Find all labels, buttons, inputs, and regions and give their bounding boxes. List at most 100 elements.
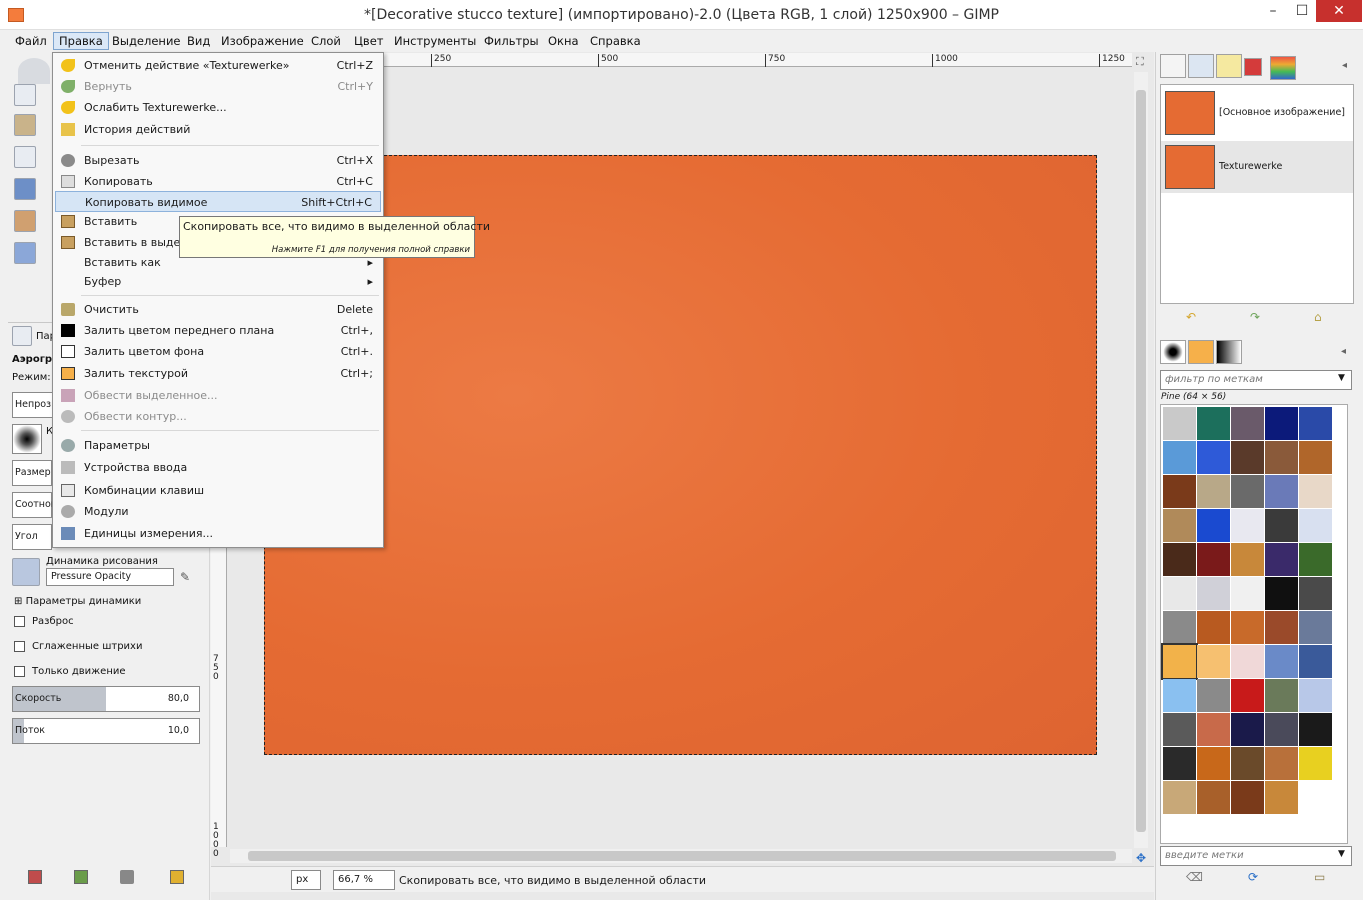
menu-item-fade[interactable]: Ослабить Texturewerke... [55, 97, 381, 118]
pattern-swatch[interactable] [1163, 509, 1196, 542]
menu-item-units[interactable]: Единицы измерения... [55, 523, 381, 544]
menu-edit[interactable]: Правка [53, 32, 109, 50]
vertical-scroll-thumb[interactable] [1136, 90, 1146, 832]
menu-item-copy[interactable]: Копировать Ctrl+C [55, 171, 381, 192]
reset-options-icon[interactable] [170, 870, 184, 884]
minimize-button[interactable]: – [1258, 0, 1288, 22]
pattern-swatch[interactable] [1265, 441, 1298, 474]
pattern-swatch[interactable] [1197, 475, 1230, 508]
pattern-swatch[interactable] [1231, 543, 1264, 576]
refresh-patterns-icon[interactable]: ⟳ [1248, 870, 1258, 884]
list-item[interactable]: Texturewerke [1161, 141, 1353, 193]
menu-view[interactable]: Вид [182, 32, 215, 50]
list-item[interactable]: [Основное изображение] [1161, 87, 1353, 139]
pattern-swatch[interactable] [1197, 543, 1230, 576]
dock-menu-icon[interactable]: ◂ [1342, 60, 1347, 71]
maximize-button[interactable]: ☐ [1287, 0, 1317, 22]
pattern-swatch[interactable] [1231, 645, 1264, 678]
rect-select-tool-icon[interactable] [14, 84, 36, 106]
zoom-select[interactable]: 66,7 % [333, 870, 395, 890]
menu-item-modules[interactable]: Модули [55, 501, 381, 522]
layers-tab-icon[interactable] [1160, 54, 1186, 78]
unit-select[interactable]: px [291, 870, 321, 890]
menu-item-stroke-selection[interactable]: Обвести выделенное... [55, 385, 381, 406]
brush-preview[interactable] [12, 424, 42, 454]
pattern-swatch[interactable] [1163, 543, 1196, 576]
menu-colors[interactable]: Цвет [349, 32, 388, 50]
pattern-swatch[interactable] [1197, 577, 1230, 610]
motion-only-checkbox[interactable] [14, 666, 25, 677]
gradients-tab-icon[interactable] [1216, 340, 1242, 364]
menu-item-fill-bg[interactable]: Залить цветом фона Ctrl+. [55, 341, 381, 362]
menu-item-redo[interactable]: Вернуть Ctrl+Y [55, 76, 381, 97]
horizontal-scrollbar[interactable] [230, 849, 1132, 863]
pattern-swatch[interactable] [1163, 679, 1196, 712]
pattern-swatch[interactable] [1197, 747, 1230, 780]
horizontal-scroll-thumb[interactable] [248, 851, 1116, 861]
flip-tool-icon[interactable] [14, 178, 36, 200]
pattern-swatch[interactable] [1265, 679, 1298, 712]
pattern-swatch[interactable] [1163, 441, 1196, 474]
tool-options-tab-icon[interactable] [12, 326, 32, 346]
open-folder-icon[interactable]: ▭ [1314, 870, 1325, 884]
paths-tab-icon[interactable] [1188, 54, 1214, 78]
menu-file[interactable]: Файл [10, 32, 52, 50]
menu-item-preferences[interactable]: Параметры [55, 435, 381, 456]
pattern-swatch[interactable] [1163, 713, 1196, 746]
scatter-checkbox[interactable] [14, 616, 25, 627]
redo-icon[interactable]: ↷ [1250, 310, 1260, 324]
edit-dynamics-icon[interactable]: ✎ [180, 570, 196, 584]
pattern-swatch[interactable] [1161, 643, 1198, 680]
pattern-swatch[interactable] [1163, 611, 1196, 644]
menu-tools[interactable]: Инструменты [389, 32, 481, 50]
vertical-scrollbar[interactable] [1134, 72, 1148, 848]
menu-filters[interactable]: Фильтры [479, 32, 544, 50]
pattern-swatch[interactable] [1163, 747, 1196, 780]
delete-options-icon[interactable] [120, 870, 134, 884]
menu-select[interactable]: Выделение [107, 32, 186, 50]
pattern-swatch[interactable] [1265, 747, 1298, 780]
pattern-swatch[interactable] [1231, 441, 1264, 474]
pattern-swatch[interactable] [1299, 713, 1332, 746]
pattern-swatch[interactable] [1265, 577, 1298, 610]
undo-icon[interactable]: ↶ [1186, 310, 1196, 324]
restore-options-icon[interactable] [74, 870, 88, 884]
pattern-swatch[interactable] [1299, 543, 1332, 576]
menu-item-clear[interactable]: Очистить Delete [55, 299, 381, 320]
pattern-swatch[interactable] [1265, 543, 1298, 576]
aspect-slider[interactable]: Соотнош [12, 492, 60, 518]
pattern-swatch[interactable] [1231, 679, 1264, 712]
paintbrush-tool-icon[interactable] [14, 210, 36, 232]
pattern-swatch[interactable] [1231, 577, 1264, 610]
menu-help[interactable]: Справка [585, 32, 646, 50]
smooth-checkbox[interactable] [14, 641, 25, 652]
flow-slider[interactable]: Поток 10,0 [12, 718, 200, 744]
chevron-down-icon[interactable]: ▼ [1338, 849, 1345, 859]
rate-slider[interactable]: Скорость 80,0 [12, 686, 200, 712]
pattern-swatch[interactable] [1299, 679, 1332, 712]
pattern-swatch[interactable] [1197, 611, 1230, 644]
close-button[interactable]: ✕ [1316, 0, 1362, 22]
channels-tab-icon[interactable] [1244, 58, 1262, 76]
pattern-swatch[interactable] [1265, 475, 1298, 508]
pattern-swatch[interactable] [1265, 713, 1298, 746]
menu-image[interactable]: Изображение [216, 32, 309, 50]
pattern-swatch[interactable] [1197, 781, 1230, 814]
pattern-swatch[interactable] [1197, 645, 1230, 678]
move-tool-icon[interactable] [14, 146, 36, 168]
delete-pattern-icon[interactable]: ⌫ [1186, 870, 1203, 884]
pattern-swatch[interactable] [1163, 407, 1196, 440]
pattern-swatch[interactable] [1231, 509, 1264, 542]
zoom-to-fit-icon[interactable]: ⛶ [1136, 55, 1144, 69]
pattern-swatch[interactable] [1299, 441, 1332, 474]
dynamics-icon[interactable] [12, 558, 40, 586]
navigate-icon[interactable]: ✥ [1136, 851, 1146, 865]
menu-item-cut[interactable]: Вырезать Ctrl+X [55, 150, 381, 171]
patterns-tab-icon[interactable] [1188, 340, 1214, 364]
pattern-swatch[interactable] [1231, 475, 1264, 508]
menu-layer[interactable]: Слой [306, 32, 346, 50]
tags-input[interactable]: введите метки [1160, 846, 1352, 866]
brushes-tab-icon[interactable] [1160, 340, 1186, 364]
pattern-swatch[interactable] [1163, 781, 1196, 814]
pattern-swatch[interactable] [1231, 781, 1264, 814]
